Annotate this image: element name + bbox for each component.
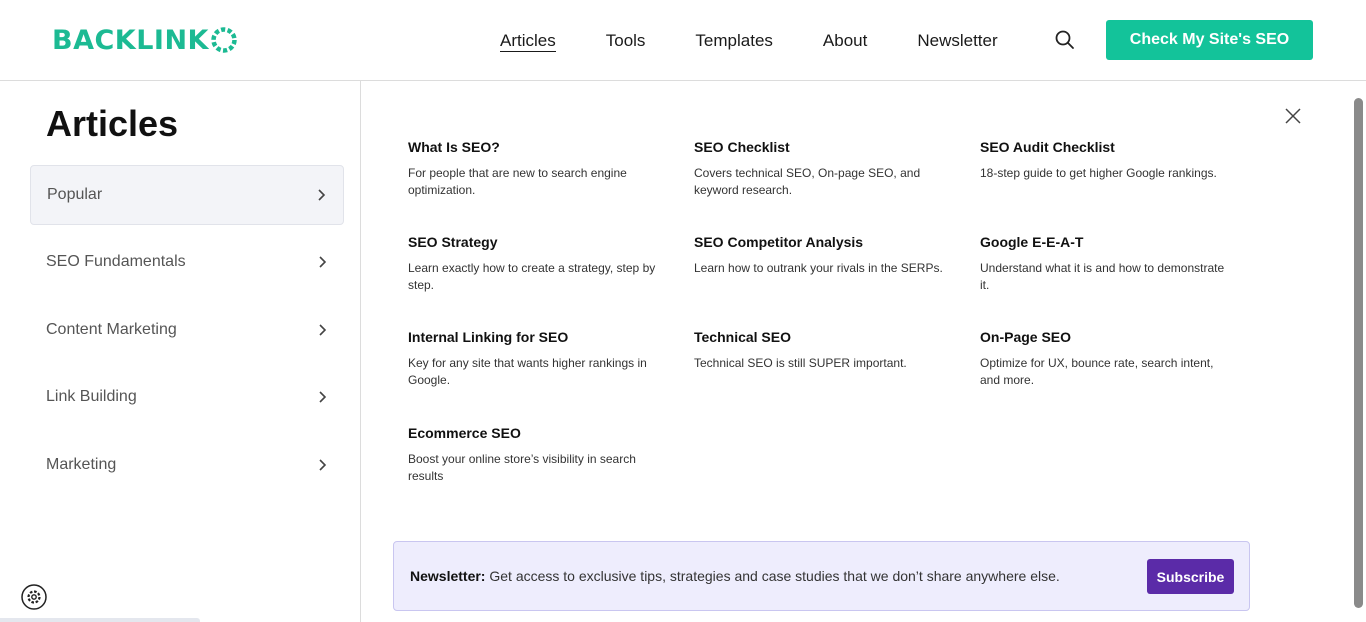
newsletter-text: Newsletter: Get access to exclusive tips… bbox=[410, 568, 1060, 584]
sidebar-item-link-building[interactable]: Link Building bbox=[30, 367, 344, 427]
sidebar-item-label: Marketing bbox=[46, 456, 117, 473]
article-title: Technical SEO bbox=[694, 329, 791, 345]
article-description: Optimize for UX, bounce rate, search int… bbox=[980, 356, 1214, 387]
sidebar-item-label: Popular bbox=[47, 186, 103, 203]
backlinko-logo[interactable]: BACKLINK bbox=[52, 24, 238, 56]
chevron-right-icon bbox=[319, 459, 327, 471]
nav-newsletter[interactable]: Newsletter bbox=[917, 30, 997, 52]
article-title: What Is SEO? bbox=[408, 139, 500, 155]
main-nav: Articles Tools Templates About Newslette… bbox=[500, 30, 1048, 52]
article-description: Covers technical SEO, On-page SEO, and k… bbox=[694, 166, 921, 197]
newsletter-label: Newsletter: bbox=[410, 568, 486, 584]
article-description: Key for any site that wants higher ranki… bbox=[408, 356, 647, 387]
newsletter-banner: Newsletter: Get access to exclusive tips… bbox=[393, 541, 1250, 611]
sidebar-item-label: Link Building bbox=[46, 388, 137, 405]
chevron-right-icon bbox=[318, 189, 326, 201]
article-description: Technical SEO is still SUPER important. bbox=[694, 356, 907, 370]
newsletter-message: Get access to exclusive tips, strategies… bbox=[485, 568, 1060, 584]
article-title: Internal Linking for SEO bbox=[408, 329, 569, 345]
article-title: On-Page SEO bbox=[980, 329, 1072, 345]
sidebar-item-popular[interactable]: Popular bbox=[30, 165, 344, 225]
chevron-right-icon bbox=[319, 324, 327, 336]
article-card[interactable]: SEO Strategy Learn exactly how to create… bbox=[408, 233, 663, 294]
article-title: SEO Strategy bbox=[408, 234, 498, 250]
article-title: Google E-E-A-T bbox=[980, 234, 1084, 250]
article-card[interactable]: SEO Audit Checklist 18-step guide to get… bbox=[980, 138, 1235, 182]
sidebar-item-label: Content Marketing bbox=[46, 321, 177, 338]
article-card[interactable]: What Is SEO? For people that are new to … bbox=[408, 138, 663, 199]
article-description: Understand what it is and how to demonst… bbox=[980, 261, 1225, 292]
article-card[interactable]: Technical SEO Technical SEO is still SUP… bbox=[694, 328, 949, 372]
nav-about[interactable]: About bbox=[823, 30, 867, 52]
nav-articles[interactable]: Articles bbox=[500, 30, 556, 52]
logo-o-icon bbox=[211, 27, 237, 53]
nav-tools[interactable]: Tools bbox=[606, 30, 646, 52]
article-description: 18-step guide to get higher Google ranki… bbox=[980, 166, 1217, 180]
chevron-right-icon bbox=[319, 256, 327, 268]
article-card[interactable]: SEO Checklist Covers technical SEO, On-p… bbox=[694, 138, 949, 199]
article-card[interactable]: SEO Competitor Analysis Learn how to out… bbox=[694, 233, 949, 277]
sidebar-item-marketing[interactable]: Marketing bbox=[30, 435, 344, 495]
article-title: SEO Competitor Analysis bbox=[694, 234, 864, 250]
article-card[interactable]: Ecommerce SEO Boost your online store’s … bbox=[408, 424, 663, 485]
nav-templates[interactable]: Templates bbox=[695, 30, 772, 52]
subscribe-button[interactable]: Subscribe bbox=[1147, 559, 1234, 594]
article-card[interactable]: On-Page SEO Optimize for UX, bounce rate… bbox=[980, 328, 1235, 389]
article-description: Learn exactly how to create a strategy, … bbox=[408, 261, 656, 292]
scrollbar[interactable] bbox=[1354, 98, 1363, 608]
category-sidebar: Articles Popular SEO Fundamentals Conten… bbox=[0, 81, 361, 622]
close-icon[interactable] bbox=[1283, 106, 1303, 126]
sidebar-item-seo-fundamentals[interactable]: SEO Fundamentals bbox=[30, 232, 344, 292]
article-card[interactable]: Internal Linking for SEO Key for any sit… bbox=[408, 328, 663, 389]
article-description: For people that are new to search engine… bbox=[408, 166, 627, 197]
search-icon[interactable] bbox=[1053, 28, 1077, 52]
article-card[interactable]: Google E-E-A-T Understand what it is and… bbox=[980, 233, 1235, 294]
logo-text: BACKLINK bbox=[52, 24, 209, 56]
sidebar-item-content-marketing[interactable]: Content Marketing bbox=[30, 300, 344, 360]
chevron-right-icon bbox=[319, 391, 327, 403]
article-title: SEO Audit Checklist bbox=[980, 139, 1115, 155]
article-description: Learn how to outrank your rivals in the … bbox=[694, 261, 943, 275]
article-title: Ecommerce SEO bbox=[408, 425, 521, 441]
sidebar-title: Articles bbox=[46, 103, 179, 144]
check-seo-button[interactable]: Check My Site's SEO bbox=[1106, 20, 1313, 60]
article-description: Boost your online store’s visibility in … bbox=[408, 452, 636, 483]
sidebar-item-label: SEO Fundamentals bbox=[46, 253, 186, 270]
bottom-bar bbox=[0, 618, 200, 622]
article-title: SEO Checklist bbox=[694, 139, 790, 155]
gear-icon[interactable] bbox=[20, 583, 48, 611]
site-header: BACKLINK Articles Tools Templates About … bbox=[0, 0, 1366, 81]
